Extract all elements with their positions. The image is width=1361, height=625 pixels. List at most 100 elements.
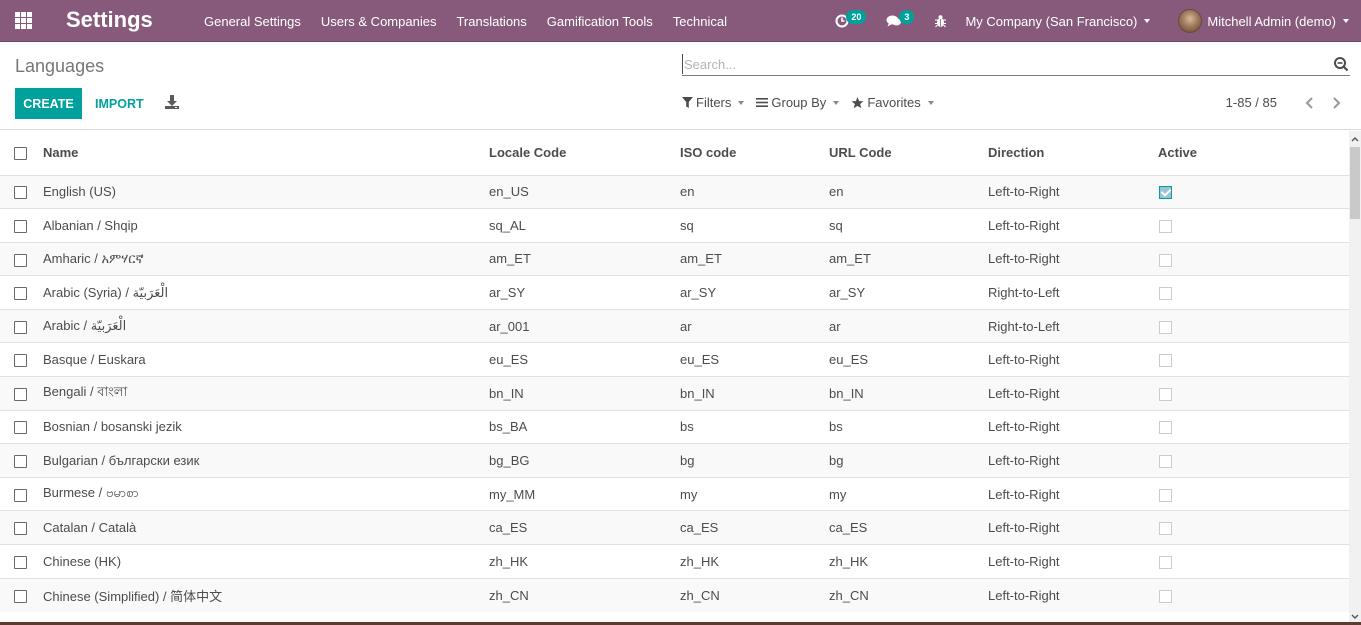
cell-name[interactable]: Chinese (HK): [43, 545, 489, 579]
scroll-down-icon[interactable]: [1349, 609, 1361, 623]
chevron-right-icon[interactable]: [1329, 96, 1343, 110]
menu-technical[interactable]: Technical: [663, 14, 737, 29]
row-checkbox[interactable]: [14, 555, 27, 569]
cell-direction[interactable]: Right-to-Left: [988, 276, 1158, 310]
row-checkbox[interactable]: [14, 287, 27, 301]
cell-direction[interactable]: Left-to-Right: [988, 511, 1158, 545]
search-input[interactable]: [682, 54, 1322, 74]
scroll-up-icon[interactable]: [1349, 133, 1361, 147]
row-checkbox[interactable]: [14, 488, 27, 502]
cell-url-code[interactable]: zh_CN: [829, 578, 988, 612]
cell-url-code[interactable]: en: [829, 175, 988, 209]
cell-locale-code[interactable]: bn_IN: [489, 377, 680, 411]
table-row[interactable]: Catalan / Català ca_ES ca_ES ca_ES Left-to-R…: [0, 510, 1349, 545]
cell-iso-code[interactable]: my: [680, 477, 829, 511]
cell-iso-code[interactable]: ar: [680, 309, 829, 343]
cell-iso-code[interactable]: am_ET: [680, 242, 829, 276]
download-icon[interactable]: [164, 94, 180, 110]
search-icon[interactable]: [1333, 56, 1349, 72]
column-header-url-code[interactable]: URL Code: [829, 131, 988, 176]
company-switcher[interactable]: My Company (San Francisco): [965, 14, 1151, 29]
import-button[interactable]: IMPORT: [95, 88, 144, 119]
row-checkbox[interactable]: [14, 589, 27, 603]
filters-dropdown[interactable]: Filters: [682, 95, 745, 110]
cell-locale-code[interactable]: my_MM: [489, 477, 680, 511]
cell-iso-code[interactable]: sq: [680, 209, 829, 243]
vertical-scrollbar[interactable]: [1349, 131, 1361, 625]
cell-url-code[interactable]: sq: [829, 209, 988, 243]
cell-direction[interactable]: Left-to-Right: [988, 377, 1158, 411]
menu-gamification-tools[interactable]: Gamification Tools: [537, 14, 663, 29]
cell-name[interactable]: Burmese / ဗမာစာ: [43, 477, 489, 511]
scroll-thumb[interactable]: [1350, 147, 1360, 219]
cell-direction[interactable]: Left-to-Right: [988, 242, 1158, 276]
cell-direction[interactable]: Left-to-Right: [988, 444, 1158, 478]
cell-iso-code[interactable]: bs: [680, 410, 829, 444]
cell-iso-code[interactable]: zh_HK: [680, 545, 829, 579]
cell-name[interactable]: Arabic (Syria) / الْعَرَبيّة: [43, 276, 489, 310]
select-all-checkbox[interactable]: [14, 147, 27, 161]
cell-direction[interactable]: Left-to-Right: [988, 209, 1158, 243]
column-header-direction[interactable]: Direction: [988, 131, 1158, 176]
cell-locale-code[interactable]: sq_AL: [489, 209, 680, 243]
cell-direction[interactable]: Left-to-Right: [988, 545, 1158, 579]
cell-url-code[interactable]: ca_ES: [829, 511, 988, 545]
messages-button[interactable]: 3: [886, 10, 915, 28]
cell-iso-code[interactable]: bg: [680, 444, 829, 478]
column-header-active[interactable]: Active: [1158, 131, 1349, 176]
cell-url-code[interactable]: bg: [829, 444, 988, 478]
cell-name[interactable]: Bulgarian / български език: [43, 444, 489, 478]
table-row[interactable]: Albanian / Shqip sq_AL sq sq Left-to-Right: [0, 208, 1349, 243]
row-checkbox[interactable]: [14, 522, 27, 536]
cell-url-code[interactable]: ar_SY: [829, 276, 988, 310]
table-row[interactable]: Chinese (Simplified) / 简体中文 zh_CN zh_CN zh_…: [0, 578, 1349, 612]
activities-button[interactable]: 20: [835, 10, 867, 28]
cell-url-code[interactable]: bn_IN: [829, 377, 988, 411]
cell-iso-code[interactable]: ar_SY: [680, 276, 829, 310]
cell-url-code[interactable]: ar: [829, 309, 988, 343]
cell-name[interactable]: English (US): [43, 175, 489, 209]
apps-menu-icon[interactable]: [15, 12, 32, 29]
row-checkbox[interactable]: [14, 421, 27, 435]
table-row[interactable]: Bengali / বাংলা bn_IN bn_IN bn_IN Left-to-Ri…: [0, 376, 1349, 411]
row-checkbox[interactable]: [14, 253, 27, 267]
cell-locale-code[interactable]: ar_001: [489, 309, 680, 343]
cell-locale-code[interactable]: bs_BA: [489, 410, 680, 444]
create-button[interactable]: CREATE: [15, 88, 82, 119]
row-checkbox[interactable]: [14, 455, 27, 469]
row-checkbox[interactable]: [14, 186, 27, 200]
cell-name[interactable]: Bosnian / bosanski jezik: [43, 410, 489, 444]
cell-direction[interactable]: Left-to-Right: [988, 477, 1158, 511]
cell-locale-code[interactable]: eu_ES: [489, 343, 680, 377]
cell-direction[interactable]: Left-to-Right: [988, 410, 1158, 444]
cell-name[interactable]: Basque / Euskara: [43, 343, 489, 377]
table-row[interactable]: English (US) en_US en en Left-to-Right: [0, 175, 1349, 209]
column-header-name[interactable]: Name: [43, 131, 489, 176]
menu-general-settings[interactable]: General Settings: [194, 14, 311, 29]
chevron-left-icon[interactable]: [1303, 96, 1317, 110]
cell-url-code[interactable]: eu_ES: [829, 343, 988, 377]
column-header-iso-code[interactable]: ISO code: [680, 131, 829, 176]
table-row[interactable]: Basque / Euskara eu_ES eu_ES eu_ES Left-to-R…: [0, 342, 1349, 377]
table-row[interactable]: Bulgarian / български език bg_BG bg bg Left-…: [0, 443, 1349, 478]
cell-locale-code[interactable]: ar_SY: [489, 276, 680, 310]
user-menu[interactable]: Mitchell Admin (demo): [1178, 9, 1349, 33]
pager-value[interactable]: 1-85 / 85: [1226, 95, 1277, 110]
cell-iso-code[interactable]: bn_IN: [680, 377, 829, 411]
row-checkbox[interactable]: [14, 354, 27, 368]
cell-name[interactable]: Amharic / አምሃርኛ: [43, 242, 489, 276]
row-checkbox[interactable]: [14, 320, 27, 334]
cell-direction[interactable]: Left-to-Right: [988, 343, 1158, 377]
cell-locale-code[interactable]: bg_BG: [489, 444, 680, 478]
cell-direction[interactable]: Left-to-Right: [988, 578, 1158, 612]
app-title[interactable]: Settings: [66, 7, 153, 33]
favorites-dropdown[interactable]: Favorites: [851, 95, 934, 110]
cell-direction[interactable]: Left-to-Right: [988, 175, 1158, 209]
debug-button[interactable]: [934, 14, 947, 28]
row-checkbox[interactable]: [14, 387, 27, 401]
cell-locale-code[interactable]: am_ET: [489, 242, 680, 276]
table-row[interactable]: Amharic / አምሃርኛ am_ET am_ET am_ET Left-to-Ri…: [0, 242, 1349, 276]
cell-url-code[interactable]: zh_HK: [829, 545, 988, 579]
menu-users-companies[interactable]: Users & Companies: [311, 14, 447, 29]
cell-locale-code[interactable]: ca_ES: [489, 511, 680, 545]
